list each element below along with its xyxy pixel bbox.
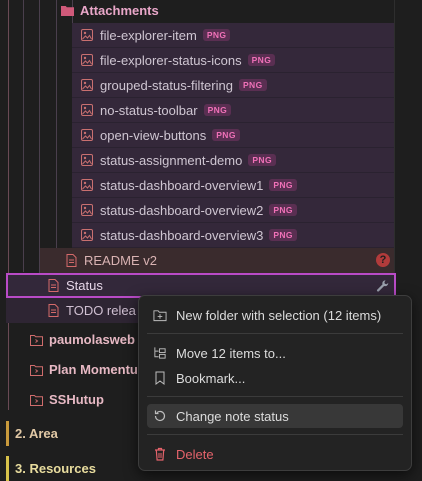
note-label: README v2 xyxy=(84,253,157,268)
tree-guide xyxy=(23,0,24,272)
file-ext-badge: PNG xyxy=(202,29,231,41)
file-row[interactable]: file-explorer-item PNG xyxy=(72,23,394,48)
folder-row[interactable]: Plan Momentu xyxy=(24,357,154,382)
folder-row[interactable]: SSHutup xyxy=(24,387,154,412)
tree-guide xyxy=(8,0,9,410)
menu-label: New folder with selection (12 items) xyxy=(176,307,382,323)
folder-collapsed-icon xyxy=(29,363,43,377)
image-file-icon xyxy=(80,228,94,242)
image-file-icon xyxy=(80,78,94,92)
file-row[interactable]: grouped-status-filtering PNG xyxy=(72,73,394,98)
file-icon xyxy=(46,279,60,293)
menu-label: Delete xyxy=(176,446,214,462)
menu-item-change-status[interactable]: Change note status xyxy=(147,404,403,428)
file-row[interactable]: file-explorer-status-icons PNG xyxy=(72,48,394,73)
menu-item-new-folder[interactable]: New folder with selection (12 items) xyxy=(147,303,403,327)
image-file-icon xyxy=(80,28,94,42)
file-icon xyxy=(64,254,78,268)
file-row[interactable]: status-dashboard-overview1 PNG xyxy=(72,173,394,198)
image-file-icon xyxy=(80,103,94,117)
wrench-icon xyxy=(376,279,390,296)
image-file-icon xyxy=(80,203,94,217)
folder-open-icon xyxy=(60,4,74,18)
menu-item-delete[interactable]: Delete xyxy=(147,442,403,466)
menu-separator xyxy=(147,396,403,397)
menu-label: Bookmark... xyxy=(176,370,246,386)
menu-label: Move 12 items to... xyxy=(176,345,286,361)
tree-guide xyxy=(56,0,57,248)
file-label: status-dashboard-overview2 xyxy=(100,202,264,218)
file-ext-badge: PNG xyxy=(212,129,240,141)
folder-collapsed-icon xyxy=(29,333,43,347)
folder-resources[interactable]: 3. Resources xyxy=(6,456,146,481)
folder-attachments[interactable]: Attachments xyxy=(60,0,394,23)
menu-separator xyxy=(147,333,403,334)
folder-area[interactable]: 2. Area xyxy=(6,421,146,446)
file-ext-badge: PNG xyxy=(238,79,267,91)
note-label: TODO relea xyxy=(66,303,136,318)
menu-label: Change note status xyxy=(176,408,289,424)
folder-plus-icon xyxy=(153,308,167,322)
file-row[interactable]: no-status-toolbar PNG xyxy=(72,98,394,123)
folder-label: 2. Area xyxy=(15,426,58,441)
file-ext-badge: PNG xyxy=(269,229,297,241)
file-label: open-view-buttons xyxy=(100,127,207,143)
image-file-icon xyxy=(80,128,94,142)
folder-label: 3. Resources xyxy=(15,461,96,476)
image-file-icon xyxy=(80,178,94,192)
file-label: status-assignment-demo xyxy=(100,152,243,168)
menu-item-bookmark[interactable]: Bookmark... xyxy=(147,366,403,390)
move-tree-icon xyxy=(153,346,167,360)
image-file-icon xyxy=(80,53,94,67)
history-icon xyxy=(153,409,167,423)
folder-label: paumolasweb xyxy=(49,332,135,347)
file-icon xyxy=(46,304,60,318)
folder-label: Attachments xyxy=(80,3,159,18)
file-label: grouped-status-filtering xyxy=(100,77,233,93)
note-label: Status xyxy=(66,278,103,293)
menu-item-move[interactable]: Move 12 items to... xyxy=(147,341,403,365)
file-row[interactable]: status-assignment-demo PNG xyxy=(72,148,394,173)
file-row[interactable]: open-view-buttons PNG xyxy=(72,123,394,148)
bookmark-icon xyxy=(153,371,167,385)
folder-collapsed-icon xyxy=(29,393,43,407)
file-label: file-explorer-status-icons xyxy=(100,52,242,68)
question-icon: ? xyxy=(376,253,390,267)
folder-label: SSHutup xyxy=(49,392,104,407)
file-label: no-status-toolbar xyxy=(100,102,198,118)
menu-separator xyxy=(147,434,403,435)
file-ext-badge: PNG xyxy=(269,179,297,191)
file-row[interactable]: status-dashboard-overview2 PNG xyxy=(72,198,394,223)
file-ext-badge: PNG xyxy=(247,54,276,66)
file-ext-badge: PNG xyxy=(203,104,232,116)
image-file-icon xyxy=(80,153,94,167)
file-ext-badge: PNG xyxy=(248,154,276,166)
file-row[interactable]: status-dashboard-overview3 PNG xyxy=(72,223,394,248)
file-label: file-explorer-item xyxy=(100,27,197,43)
context-menu: New folder with selection (12 items) Mov… xyxy=(138,295,412,471)
file-label: status-dashboard-overview1 xyxy=(100,177,264,193)
note-readme[interactable]: README v2 ? xyxy=(40,248,394,273)
folder-row[interactable]: paumolasweb xyxy=(24,327,154,352)
folder-label: Plan Momentu xyxy=(49,362,138,377)
trash-icon xyxy=(153,447,167,461)
file-label: status-dashboard-overview3 xyxy=(100,227,264,243)
file-ext-badge: PNG xyxy=(269,204,297,216)
